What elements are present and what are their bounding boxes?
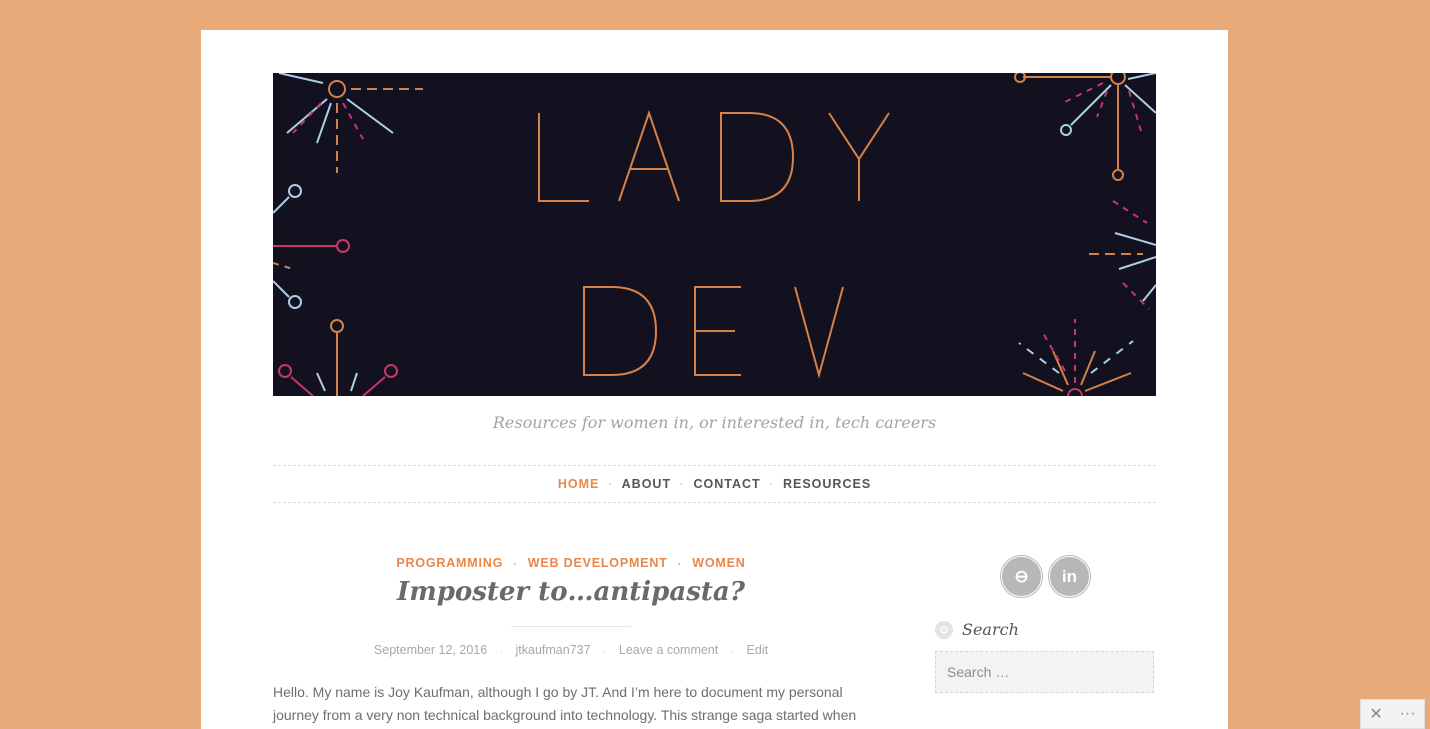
leave-comment-link[interactable]: Leave a comment xyxy=(619,643,718,657)
edit-link[interactable]: Edit xyxy=(747,643,769,657)
meta-separator: · xyxy=(730,646,735,657)
header-title-line2-art xyxy=(583,286,844,379)
decorative-bursts xyxy=(273,73,1156,396)
header-artwork xyxy=(273,73,1156,396)
site-tagline: Resources for women in, or interested in… xyxy=(492,413,937,432)
excerpt-line: Hello. My name is Joy Kaufman, although … xyxy=(273,684,843,700)
header-title-line1-art xyxy=(538,109,890,202)
nav-item-resources[interactable]: RESOURCES xyxy=(783,477,871,491)
widget-bullet-icon xyxy=(935,620,953,639)
post-title[interactable]: Imposter to…antipasta? xyxy=(273,577,869,607)
post-author[interactable]: jtkaufman737 xyxy=(516,643,591,657)
more-options-icon[interactable]: ··· xyxy=(1400,705,1416,723)
admin-toolbar[interactable]: ✕ ··· xyxy=(1360,699,1425,729)
category-link-programming[interactable]: PROGRAMMING xyxy=(396,556,503,570)
excerpt-line: journey from a very non technical backgr… xyxy=(273,707,857,723)
search-widget-title: Search xyxy=(935,620,1019,639)
nav-separator: · xyxy=(680,478,685,490)
category-separator: · xyxy=(677,559,683,570)
search-input[interactable] xyxy=(935,651,1154,693)
category-separator: · xyxy=(513,559,518,570)
header-image[interactable] xyxy=(273,73,1156,396)
meta-separator: · xyxy=(499,646,504,657)
nav-item-about[interactable]: ABOUT xyxy=(622,477,671,491)
tools-icon[interactable]: ✕ xyxy=(1369,704,1382,724)
post-excerpt: Hello. My name is Joy Kaufman, although … xyxy=(273,681,873,727)
nav-separator: · xyxy=(769,478,774,490)
post-meta: September 12, 2016 · jtkaufman737 · Leav… xyxy=(273,643,869,657)
search-widget-label: Search xyxy=(962,620,1019,639)
post-categories: PROGRAMMING · WEB DEVELOPMENT · WOMEN xyxy=(273,556,869,570)
nav-separator: · xyxy=(608,478,613,490)
github-icon[interactable]: ⊖ xyxy=(1001,556,1042,597)
linkedin-icon[interactable]: in xyxy=(1049,556,1090,597)
social-links: ⊖ in xyxy=(1001,556,1090,597)
nav-item-home[interactable]: HOME xyxy=(558,477,600,491)
meta-separator: · xyxy=(603,646,607,657)
page-container: Resources for women in, or interested in… xyxy=(201,30,1228,729)
title-divider xyxy=(511,626,631,627)
post-date[interactable]: September 12, 2016 xyxy=(374,643,487,657)
category-link-web-development[interactable]: WEB DEVELOPMENT xyxy=(528,556,668,570)
category-link-women[interactable]: WOMEN xyxy=(692,556,745,570)
main-navigation: HOME · ABOUT · CONTACT · RESOURCES xyxy=(273,465,1156,503)
nav-item-contact[interactable]: CONTACT xyxy=(693,477,760,491)
